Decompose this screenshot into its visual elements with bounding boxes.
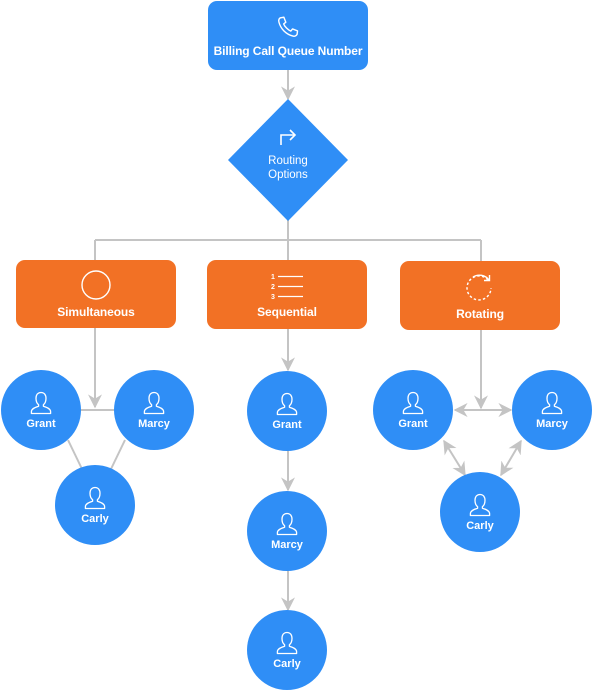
person-icon [276, 392, 298, 416]
circle-icon [81, 270, 111, 300]
member-name: Marcy [271, 539, 303, 551]
member-name: Marcy [138, 418, 170, 430]
member-name: Carly [81, 513, 109, 525]
person-icon [276, 631, 298, 655]
sequential-member-marcy[interactable]: Marcy [247, 491, 327, 571]
rotating-member-marcy[interactable]: Marcy [512, 370, 592, 450]
list-number-1: 1 [271, 274, 275, 281]
member-name: Grant [272, 419, 302, 431]
rotate-icon [466, 274, 492, 301]
routing-options-label: Routing Options [238, 154, 338, 182]
sequential-member-carly[interactable]: Carly [247, 610, 327, 690]
routing-options-label-line1: Routing [268, 155, 308, 167]
simultaneous-member-carly[interactable]: Carly [55, 465, 135, 545]
numbered-list-icon: 1 2 3 [271, 274, 303, 301]
connector-simultaneous-grant-carly [67, 439, 83, 470]
person-icon [402, 391, 424, 415]
strategy-sequential[interactable]: 1 2 3 Sequential [207, 260, 367, 329]
list-number-3: 3 [271, 294, 275, 301]
member-name: Marcy [536, 418, 568, 430]
strategy-simultaneous[interactable]: Simultaneous [16, 260, 176, 328]
list-number-2: 2 [271, 284, 275, 291]
call-routing-diagram: Billing Call Queue Number Routing Option… [0, 0, 593, 691]
rotating-member-carly[interactable]: Carly [440, 472, 520, 552]
queue-number-node[interactable]: Billing Call Queue Number [208, 1, 368, 70]
strategy-simultaneous-label: Simultaneous [57, 305, 135, 319]
strategy-rotating-label: Rotating [456, 306, 504, 321]
person-icon [84, 486, 106, 510]
person-icon [276, 512, 298, 536]
member-name: Carly [466, 520, 494, 532]
simultaneous-member-grant[interactable]: Grant [1, 370, 81, 450]
simultaneous-member-marcy[interactable]: Marcy [114, 370, 194, 450]
rotating-member-grant[interactable]: Grant [373, 370, 453, 450]
person-icon [143, 391, 165, 415]
person-icon [541, 391, 563, 415]
member-name: Grant [26, 418, 56, 430]
queue-number-label: Billing Call Queue Number [213, 43, 363, 58]
connector-simultaneous-marcy-carly [110, 439, 126, 470]
phone-icon [278, 16, 299, 37]
connector-rotating-grant-carly [443, 439, 466, 477]
member-name: Carly [273, 658, 301, 670]
member-name: Grant [398, 418, 428, 430]
person-icon [469, 493, 491, 517]
sequential-member-grant[interactable]: Grant [247, 371, 327, 451]
strategy-sequential-label: Sequential [257, 304, 317, 319]
turn-right-arrow-icon [280, 129, 297, 145]
person-icon [30, 391, 52, 415]
connector-rotating-marcy-carly [500, 439, 522, 477]
routing-options-label-line2: Options [268, 169, 308, 181]
strategy-rotating[interactable]: Rotating [400, 261, 560, 330]
